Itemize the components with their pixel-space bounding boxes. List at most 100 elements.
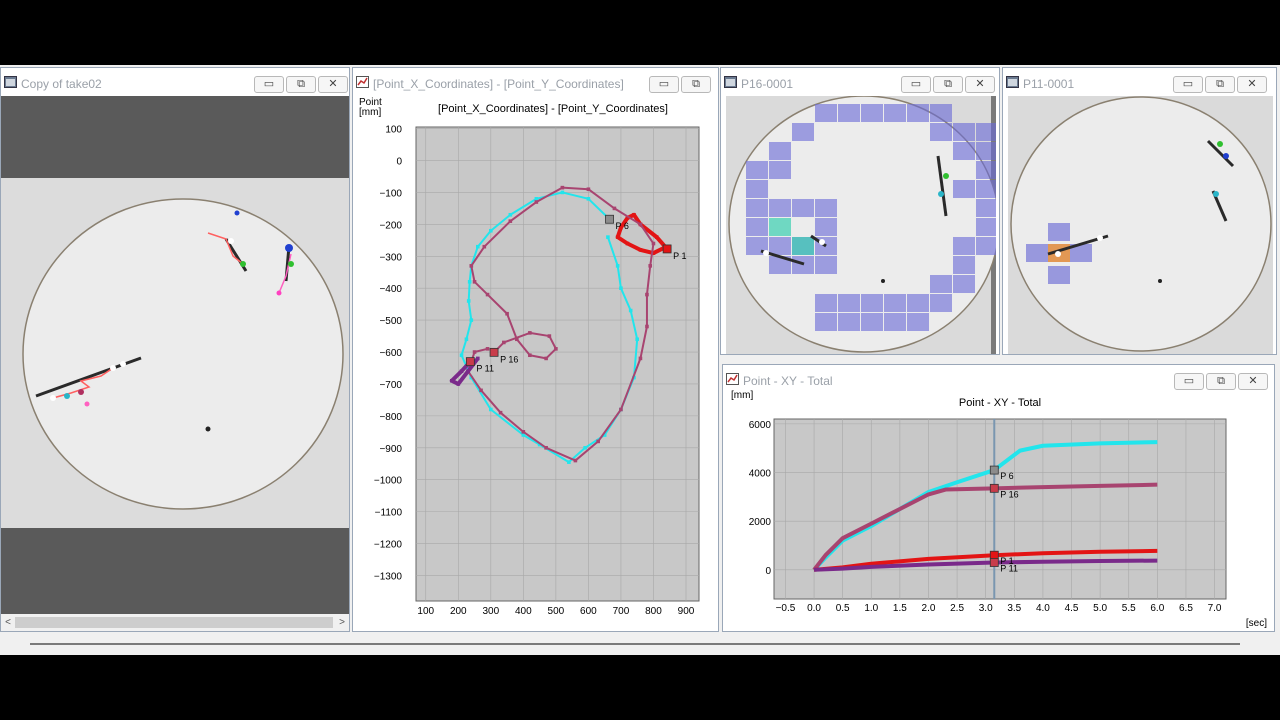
total-point-marker[interactable] [989, 483, 999, 493]
xy-xtick-label: 800 [645, 606, 662, 617]
minimize-button[interactable]: ▭ [901, 76, 931, 93]
xy-xtick-label: 500 [548, 606, 565, 617]
xy-ytick-label: 100 [385, 125, 402, 136]
xy-marker-label: P 16 [500, 354, 518, 364]
total-point-marker[interactable] [989, 550, 999, 560]
xy-ytick-label: 0 [396, 157, 402, 168]
xy-xtick-label: 200 [450, 606, 467, 617]
xy-data-point [498, 410, 503, 415]
xy-ytick-label: −1000 [374, 476, 403, 487]
xy-plot-titlebar[interactable]: [Point_X_Coordinates] - [Point_Y_Coordin… [353, 68, 718, 96]
xy-data-point [651, 241, 656, 246]
restore-button[interactable]: ⧉ [286, 76, 316, 93]
minimize-button[interactable]: ▭ [254, 76, 284, 93]
xy-data-point [528, 353, 532, 358]
tracking-tile [815, 199, 837, 217]
close-button[interactable]: ✕ [965, 76, 995, 93]
tracking-tile [976, 180, 996, 198]
tracking-tile [953, 256, 975, 274]
restore-button[interactable]: ⧉ [933, 76, 963, 93]
xy-xtick-label: 300 [482, 606, 499, 617]
xy-data-point [632, 212, 636, 217]
p16-titlebar[interactable]: P16-0001 ▭ ⧉ ✕ [721, 68, 999, 96]
tracking-tile [953, 180, 975, 198]
xy-total-chart: [mm] Point - XY - Total [sec] P 6 P 16 P 1… [731, 390, 1267, 629]
xy-ytick-label: −400 [379, 284, 402, 295]
tracking-tile-active [769, 218, 791, 236]
minimize-button[interactable]: ▭ [1173, 76, 1203, 93]
xy-plot-window: [Point_X_Coordinates] - [Point_Y_Coordin… [352, 67, 719, 632]
total-xtick-label: 2.5 [950, 603, 964, 614]
tracking-tile [884, 104, 906, 122]
xy-xtick-label: 400 [515, 606, 532, 617]
total-xlabel: [sec] [1246, 618, 1267, 629]
xy-point-marker[interactable] [605, 214, 614, 224]
tracking-tile [930, 275, 952, 293]
minimize-button[interactable]: ▭ [649, 76, 679, 93]
xy-data-point [485, 347, 490, 351]
xy-marker-label: P 6 [616, 221, 629, 231]
tracking-tile [815, 313, 837, 331]
p11-titlebar[interactable]: P11-0001 ▭ ⧉ ✕ [1003, 68, 1276, 96]
scroll-right-arrow[interactable]: > [335, 614, 349, 631]
xy-data-point [528, 331, 532, 335]
tracking-tile [769, 237, 791, 255]
xy-data-point [615, 235, 620, 239]
close-button[interactable]: ✕ [318, 76, 348, 93]
xy-data-point [505, 311, 509, 316]
total-marker-label: P 16 [1000, 489, 1018, 499]
xy-data-point [534, 200, 539, 204]
total-xtick-label: 1.0 [864, 603, 878, 614]
total-ytick-label: 0 [765, 566, 771, 577]
scroll-left-arrow[interactable]: < [1, 614, 15, 631]
xy-data-point [469, 264, 474, 268]
xy-data-point [466, 369, 470, 373]
xy-data-point [508, 219, 513, 223]
xy-data-point [472, 350, 477, 354]
total-point-marker[interactable] [989, 465, 999, 475]
tracking-tile [907, 294, 929, 312]
tracking-tile [907, 104, 929, 122]
tracking-tile [792, 199, 814, 217]
close-button[interactable]: ✕ [1237, 76, 1267, 93]
xy-data-point [544, 445, 548, 450]
video-window-titlebar[interactable]: Copy of take02 ▭ ⧉ ✕ [1, 68, 349, 96]
total-ylabel: [mm] [731, 390, 753, 401]
xy-data-point [467, 280, 472, 284]
tracking-tile [930, 294, 952, 312]
tracking-tile [861, 313, 883, 331]
tracking-tile [976, 123, 996, 141]
total-xtick-label: 0.0 [807, 603, 821, 614]
xy-data-point [459, 353, 464, 358]
tracking-tile [907, 313, 929, 331]
xy-data-point [638, 222, 643, 227]
xy-data-point [482, 244, 487, 249]
tracking-tile [815, 218, 837, 236]
xy-point-marker[interactable] [489, 347, 499, 357]
scroll-thumb[interactable] [15, 617, 333, 628]
tracking-tile [746, 218, 768, 236]
xy-data-point [508, 212, 513, 217]
video-window-take02: Copy of take02 ▭ ⧉ ✕ < > [0, 67, 350, 632]
tracking-tile [769, 199, 791, 217]
xy-data-point [573, 458, 578, 463]
total-xtick-label: 6.5 [1179, 603, 1193, 614]
total-point-marker[interactable] [989, 558, 999, 567]
video-horizontal-scrollbar[interactable]: < > [1, 614, 349, 631]
video-window-icon [1006, 76, 1019, 88]
total-marker-label: P 11 [1000, 564, 1018, 574]
xy-data-point [596, 439, 600, 444]
restore-button[interactable]: ⧉ [1205, 76, 1235, 93]
xy-data-point [560, 185, 565, 190]
tracking-tile [746, 161, 768, 179]
xy-data-point [625, 241, 630, 246]
xy-data-point [489, 407, 493, 412]
xy-point-marker[interactable] [465, 357, 475, 367]
xy-data-point [648, 264, 653, 268]
xy-ytick-label: −900 [379, 444, 402, 455]
tracking-tile [976, 218, 996, 236]
total-ytick-label: 6000 [749, 420, 772, 431]
timeline-bar [30, 643, 1240, 645]
xy-point-marker[interactable] [662, 244, 672, 254]
restore-button[interactable]: ⧉ [681, 76, 711, 93]
